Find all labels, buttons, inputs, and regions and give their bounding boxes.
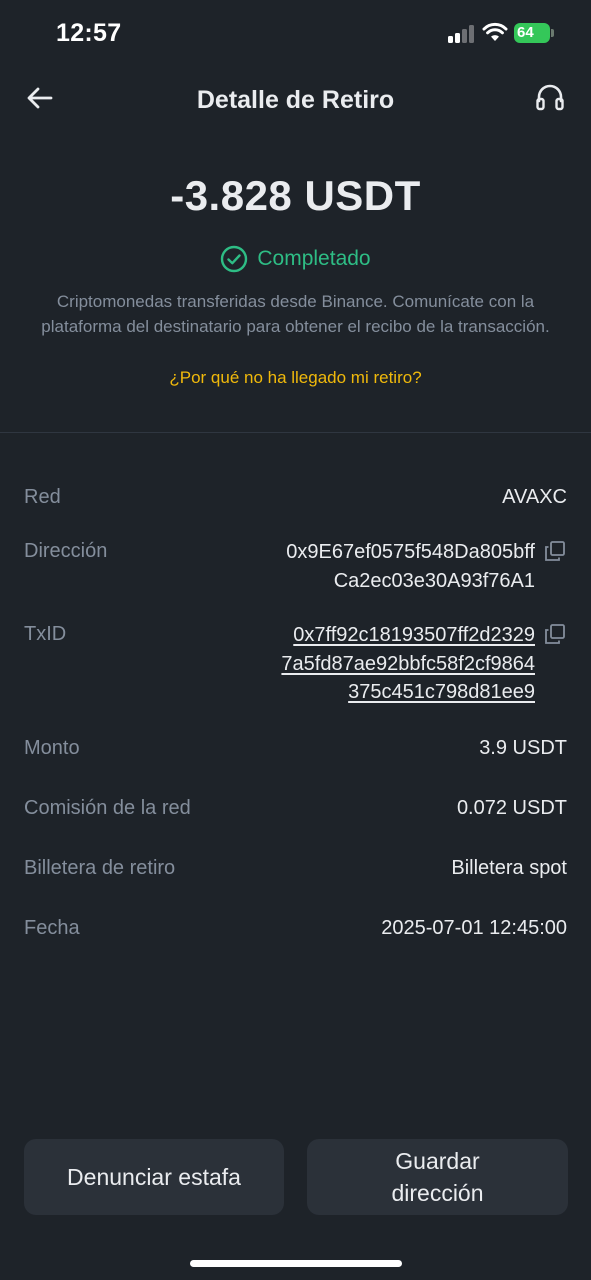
address-line-1: 0x9E67ef0575f548Da805bff [286,541,535,563]
save-address-button[interactable]: Guardar dirección [307,1139,568,1215]
headset-icon [536,84,564,111]
address-value: 0x9E67ef0575f548Da805bff Ca2ec03e30A93f7… [286,538,535,595]
date-label: Fecha [24,917,80,939]
transfer-description: Criptomonedas transferidas desde Binance… [41,292,550,336]
page-title: Detalle de Retiro [196,86,395,114]
wallet-label: Billetera de retiro [24,857,176,879]
status-bar: 12:57 64 [0,0,591,66]
txid-line-3[interactable]: 375c451c798d81ee9 [281,678,535,707]
network-fee-value: 0.072 USDT [456,797,567,819]
amount-value: 3.9 USDT [479,737,567,759]
status-badge: Completado [0,244,591,274]
address-label: Dirección [24,540,108,562]
txid-label: TxID [24,623,67,645]
report-scam-button[interactable]: Denunciar estafa [24,1139,284,1215]
amount-label: Monto [24,737,80,759]
battery-icon: 64 [514,23,554,43]
txid-line-2[interactable]: 7a5fd87ae92bbfc58f2cf9864 [281,650,535,679]
check-circle-icon [221,245,248,273]
txid-line-1[interactable]: 0x7ff92c18193507ff2d2329 [281,621,535,650]
copy-address-icon[interactable] [544,540,566,562]
save-address-label-2: dirección [391,1180,484,1206]
report-scam-label: Denunciar estafa [67,1164,241,1190]
network-label: Red [24,486,61,508]
page-header: Detalle de Retiro [0,66,591,134]
status-time: 12:57 [56,19,122,47]
home-indicator[interactable] [190,1260,402,1267]
section-divider [0,432,591,433]
withdrawal-amount: -3.828 USDT [170,172,421,219]
wifi-icon [482,22,508,41]
network-value: AVAXC [502,486,567,508]
save-address-label-1: Guardar [395,1148,480,1174]
date-value: 2025-07-01 12:45:00 [381,917,567,939]
network-fee-label: Comisión de la red [24,797,191,819]
withdrawal-help-link[interactable]: ¿Por qué no ha llegado mi retiro? [0,368,591,388]
copy-txid-icon[interactable] [544,623,566,645]
support-button[interactable] [532,80,568,116]
withdrawal-detail-screen: 12:57 64 Detalle de Retiro -3.828 USDT C… [0,0,591,1280]
battery-level: 64 [514,23,550,43]
wallet-value: Billetera spot [451,857,567,879]
address-line-2: Ca2ec03e30A93f76A1 [333,569,535,592]
txid-value[interactable]: 0x7ff92c18193507ff2d2329 7a5fd87ae92bbfc… [281,621,535,707]
cellular-signal-icon [448,25,476,43]
status-text: Completado [257,247,371,270]
